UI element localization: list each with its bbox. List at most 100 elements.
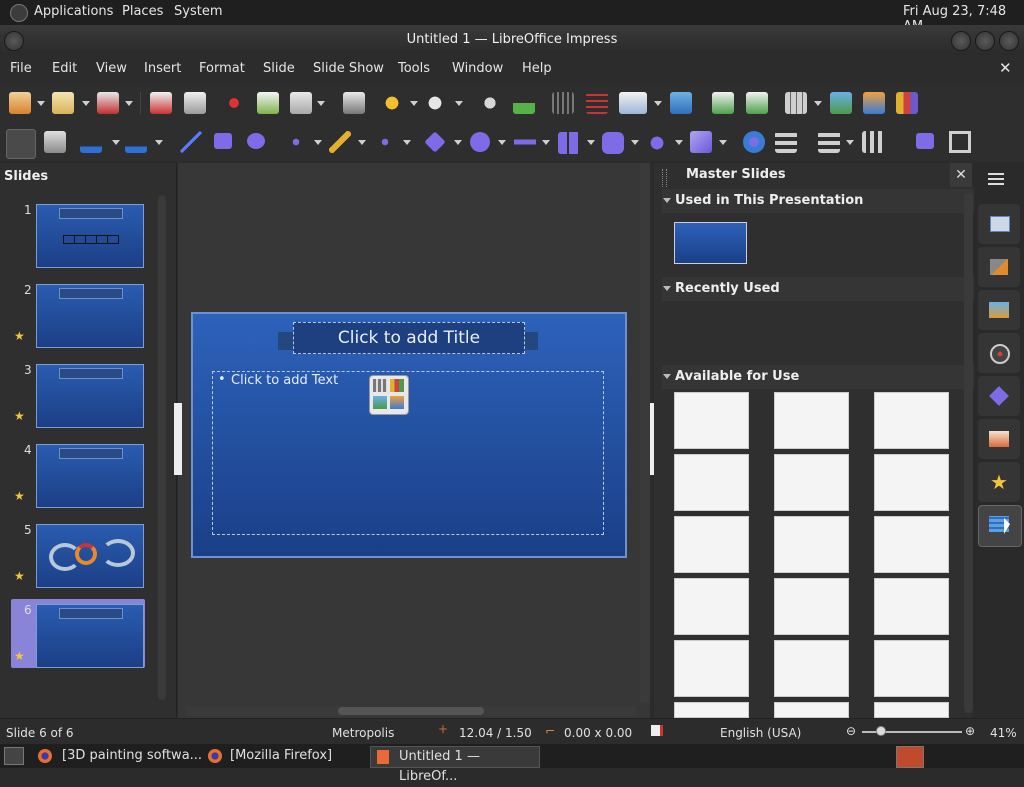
menu-view[interactable]: View	[96, 61, 127, 76]
available-master[interactable]	[874, 702, 949, 718]
fill-color-icon[interactable]	[125, 131, 147, 153]
available-master[interactable]	[674, 702, 749, 718]
zoom-pan-icon[interactable]	[44, 131, 66, 153]
distro-icon[interactable]	[10, 4, 28, 22]
3d-objects-dropdown-icon[interactable]	[719, 140, 727, 145]
save-icon[interactable]	[97, 92, 119, 114]
new-presentation-icon[interactable]	[9, 92, 31, 114]
available-for-use-header[interactable]: Available for Use	[662, 365, 975, 389]
stars-icon[interactable]	[646, 132, 668, 154]
start-from-current-icon[interactable]	[746, 92, 768, 114]
ellipse-tool-icon[interactable]	[247, 133, 265, 149]
recently-used-header[interactable]: Recently Used	[662, 277, 975, 301]
symbol-shapes-dropdown-icon[interactable]	[498, 140, 506, 145]
menu-edit[interactable]: Edit	[52, 61, 77, 76]
stars-dropdown-icon[interactable]	[675, 140, 683, 145]
master-slides-deck-button[interactable]	[978, 505, 1022, 547]
block-arrows-dropdown-icon[interactable]	[542, 140, 550, 145]
open-folder-icon[interactable]	[52, 92, 74, 114]
menu-slide-show[interactable]: Slide Show	[313, 61, 384, 76]
menu-tools[interactable]: Tools	[398, 61, 430, 76]
available-master[interactable]	[674, 640, 749, 697]
fill-color-dropdown-icon[interactable]	[155, 140, 163, 145]
gallery-deck-button[interactable]	[978, 290, 1020, 330]
display-views-dropdown-icon[interactable]	[654, 101, 662, 106]
slide-thumbnail-1[interactable]	[36, 204, 144, 268]
slide-thumbnail-4[interactable]	[36, 444, 144, 508]
available-master[interactable]	[874, 578, 949, 635]
paste-icon[interactable]	[290, 92, 312, 114]
connector-dropdown-icon[interactable]	[403, 140, 411, 145]
used-in-presentation-header[interactable]: Used in This Presentation	[662, 189, 975, 213]
available-master[interactable]	[874, 392, 949, 449]
image-icon[interactable]	[830, 92, 852, 114]
slide-thumbnail-2[interactable]	[36, 284, 144, 348]
available-master[interactable]	[674, 578, 749, 635]
available-master[interactable]	[674, 392, 749, 449]
callout-dropdown-icon[interactable]	[631, 140, 639, 145]
insert-table-icon[interactable]	[373, 379, 387, 392]
available-master[interactable]	[774, 516, 849, 573]
new-dropdown-icon[interactable]	[37, 101, 45, 106]
line-color-icon[interactable]	[80, 131, 102, 153]
tray-impress-icon[interactable]	[896, 746, 924, 768]
show-desktop-icon[interactable]	[4, 747, 24, 765]
insert-object-icons[interactable]	[369, 375, 409, 415]
used-master-thumbnail[interactable]	[674, 222, 747, 264]
display-grid-icon[interactable]	[552, 92, 574, 114]
horizontal-scrollbar-thumb[interactable]	[338, 707, 484, 715]
available-master[interactable]	[774, 702, 849, 718]
zoom-in-icon[interactable]: ⊕	[965, 724, 975, 738]
chart-icon[interactable]	[896, 92, 918, 114]
applications-menu[interactable]: Applications	[34, 4, 113, 19]
task-button-firefox-1[interactable]: [3D painting softwa...	[34, 746, 204, 766]
helplines-icon[interactable]	[586, 92, 608, 114]
callout-shapes-icon[interactable]	[602, 132, 624, 154]
print-icon[interactable]	[184, 92, 206, 114]
basic-shapes-dropdown-icon[interactable]	[454, 140, 462, 145]
find-replace-icon[interactable]	[479, 92, 501, 114]
crop-icon[interactable]	[949, 131, 971, 153]
menu-window[interactable]: Window	[452, 61, 503, 76]
flowchart-icon[interactable]	[558, 132, 580, 154]
flowchart-dropdown-icon[interactable]	[587, 140, 595, 145]
language-status[interactable]: English (USA)	[720, 726, 801, 740]
master-name-status[interactable]: Metropolis	[332, 726, 394, 740]
freeform-tool-icon[interactable]	[329, 131, 351, 153]
available-master[interactable]	[874, 454, 949, 511]
table-icon[interactable]	[785, 92, 807, 114]
system-menu[interactable]: System	[174, 4, 222, 19]
zoom-slider-handle[interactable]	[876, 726, 886, 736]
insert-image-icon[interactable]	[373, 396, 387, 409]
curve-tool-icon[interactable]	[285, 131, 307, 153]
available-master[interactable]	[874, 516, 949, 573]
slides-pane-collapse-handle[interactable]	[174, 403, 182, 475]
available-master[interactable]	[674, 454, 749, 511]
paste-dropdown-icon[interactable]	[317, 101, 325, 106]
undo-icon[interactable]	[381, 92, 403, 114]
rotate-icon[interactable]	[743, 131, 765, 153]
symbol-shapes-icon[interactable]	[470, 132, 490, 152]
line-color-dropdown-icon[interactable]	[112, 140, 120, 145]
properties-deck-button[interactable]	[978, 204, 1020, 244]
menu-file[interactable]: File	[10, 61, 32, 76]
minimize-button[interactable]	[951, 31, 971, 51]
line-tool-icon[interactable]	[180, 131, 202, 153]
slide-transition-deck-button[interactable]	[978, 419, 1020, 459]
maximize-button[interactable]	[975, 31, 995, 51]
available-master[interactable]	[774, 454, 849, 511]
clone-formatting-icon[interactable]	[343, 92, 365, 114]
media-icon[interactable]	[863, 92, 885, 114]
open-dropdown-icon[interactable]	[82, 101, 90, 106]
arrange-icon[interactable]	[818, 131, 840, 153]
menu-insert[interactable]: Insert	[144, 61, 181, 76]
undo-dropdown-icon[interactable]	[410, 101, 418, 106]
table-dropdown-icon[interactable]	[814, 101, 822, 106]
task-button-firefox-2[interactable]: [Mozilla Firefox]	[204, 746, 364, 766]
close-document-icon[interactable]: ✕	[999, 59, 1012, 77]
close-window-button[interactable]	[999, 31, 1019, 51]
available-master[interactable]	[774, 392, 849, 449]
align-icon[interactable]	[775, 131, 797, 153]
redo-icon[interactable]	[424, 92, 446, 114]
available-master[interactable]	[874, 640, 949, 697]
